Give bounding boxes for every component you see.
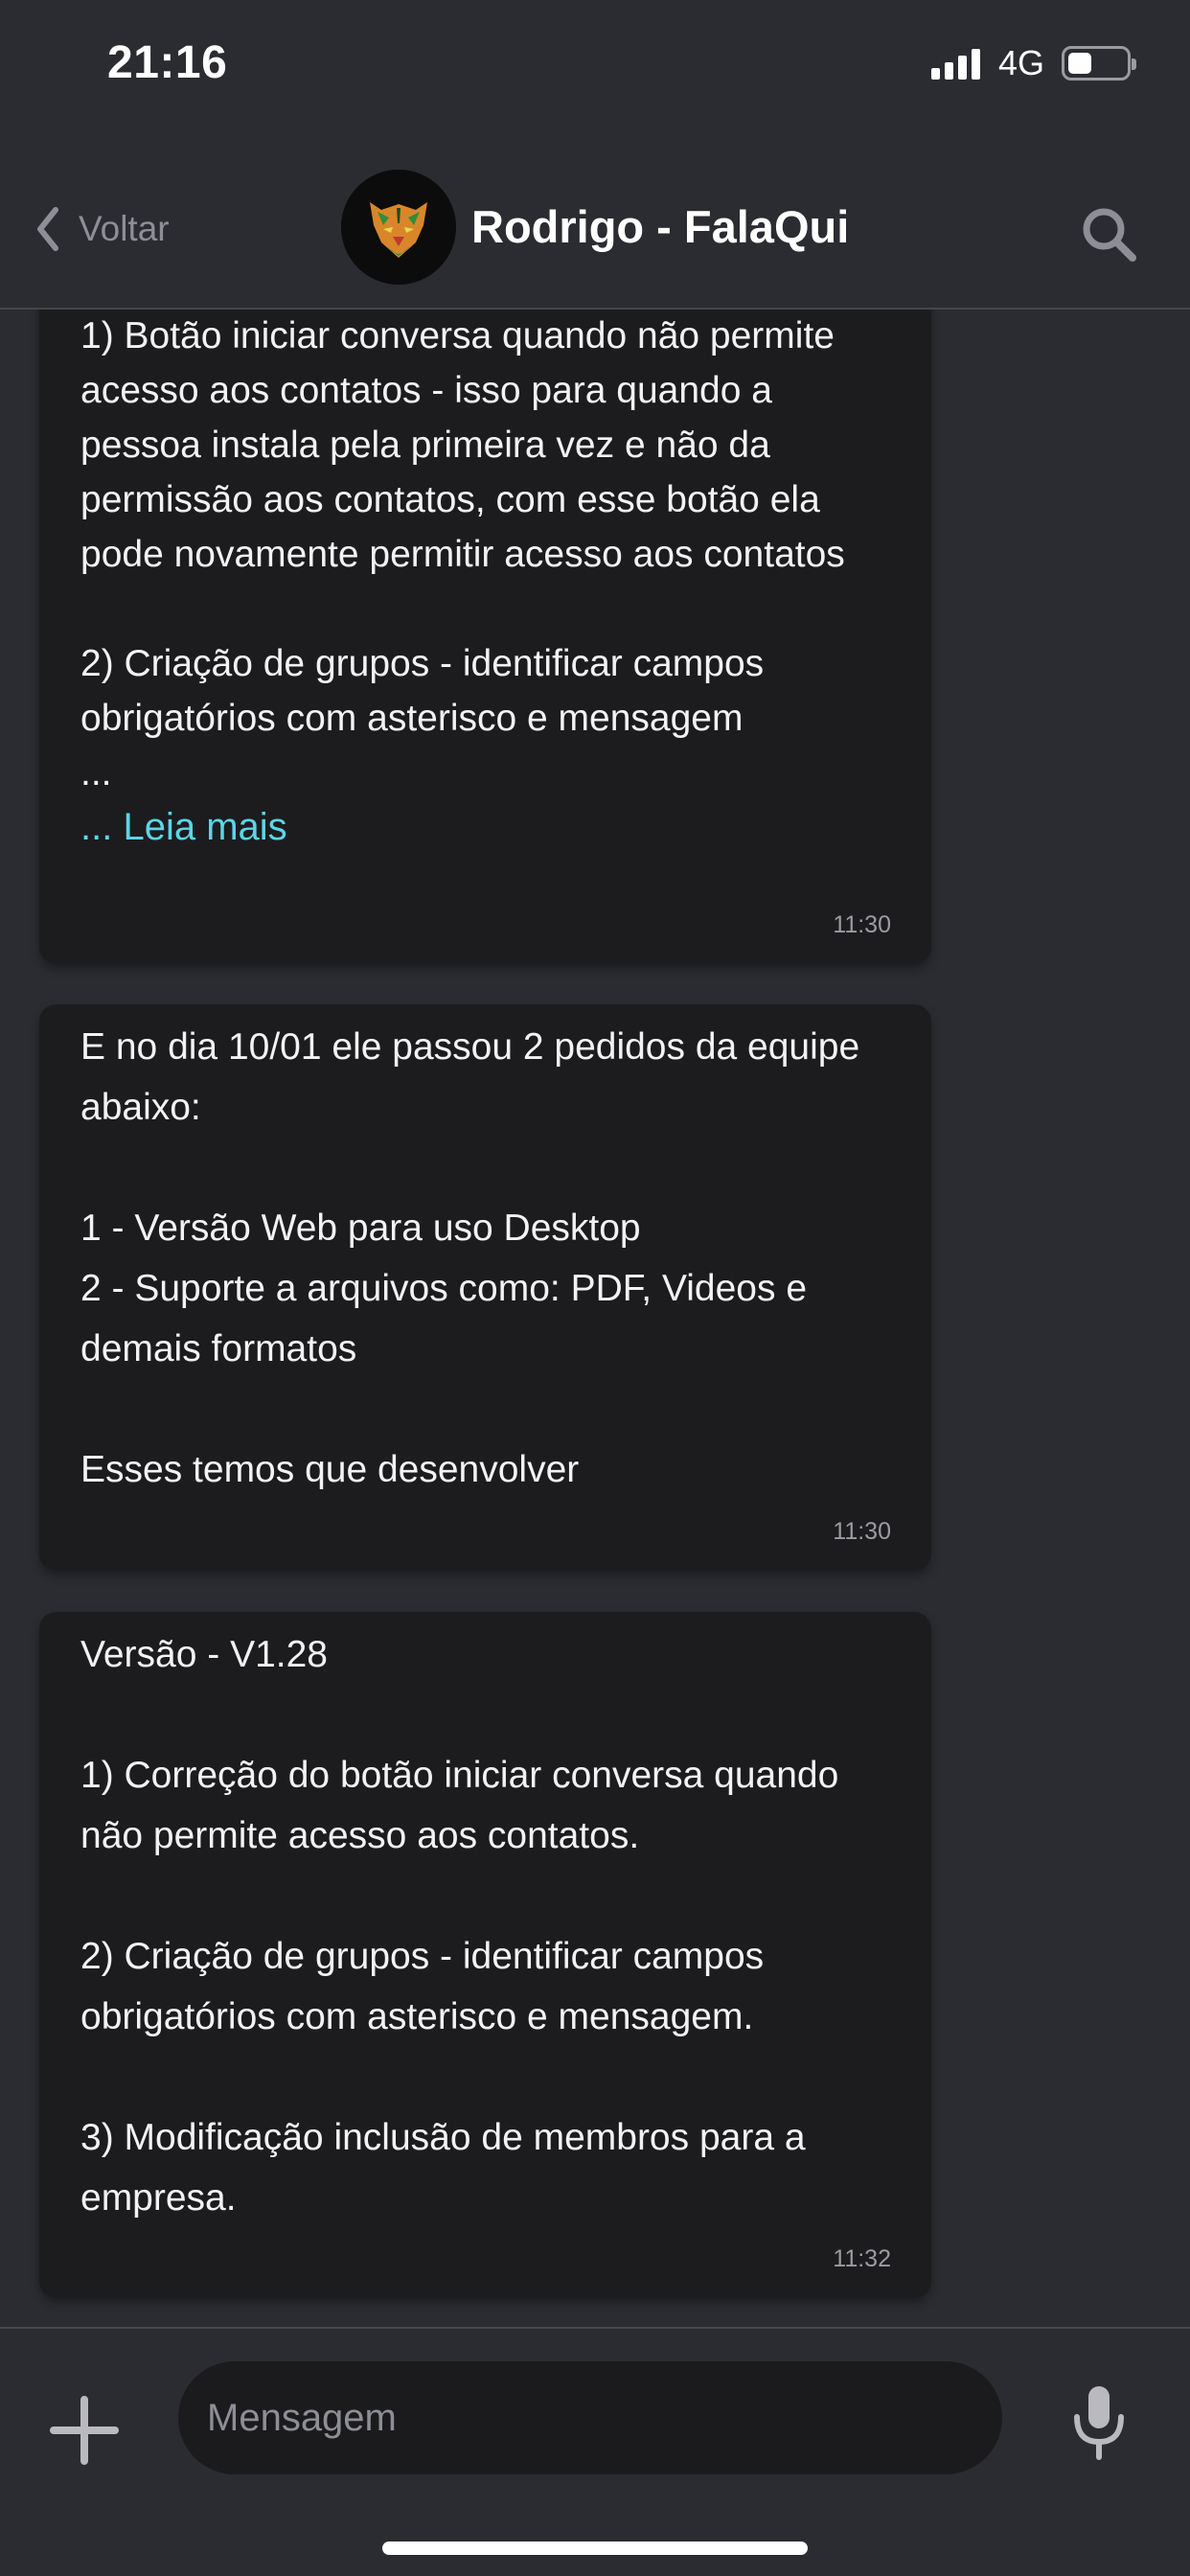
plus-icon: [50, 2396, 119, 2465]
chevron-left-icon: [37, 207, 58, 251]
message-time: 11:30: [833, 1518, 891, 1545]
message-text: Versão - V1.28 1) Correção do botão inic…: [80, 1634, 839, 2219]
search-button[interactable]: [1079, 204, 1140, 265]
home-indicator[interactable]: [382, 2542, 808, 2555]
back-label: Voltar: [79, 209, 170, 248]
chat-header: Voltar Rodrigo - FalaQui: [0, 129, 1190, 310]
composer-bar: [0, 2327, 1190, 2576]
search-icon: [1083, 208, 1136, 262]
contact-name[interactable]: Rodrigo - FalaQui: [471, 200, 849, 253]
message-time: 11:32: [833, 2245, 891, 2272]
status-indicators: 4G: [930, 43, 1136, 82]
message-list[interactable]: 1) Botão iniciar conversa quando não per…: [0, 310, 1190, 2327]
message-time: 11:30: [833, 911, 891, 938]
battery-tip: [1132, 58, 1136, 70]
message-bubble[interactable]: Versão - V1.28 1) Correção do botão inic…: [39, 1612, 931, 2298]
battery-fill: [1068, 53, 1091, 74]
avatar[interactable]: [341, 170, 456, 285]
network-label: 4G: [997, 43, 1044, 82]
tiger-logo-icon: [341, 170, 456, 285]
message-input[interactable]: [178, 2361, 1002, 2474]
status-time: 21:16: [107, 37, 228, 88]
add-attachment-button[interactable]: [46, 2392, 123, 2469]
microphone-icon: [1074, 2386, 1124, 2460]
message-bubble[interactable]: E no dia 10/01 ele passou 2 pedidos da e…: [39, 1004, 931, 1571]
status-bar: 21:16 4G: [0, 0, 1190, 129]
message-bubble[interactable]: 1) Botão iniciar conversa quando não per…: [39, 310, 931, 964]
message-text: 1) Botão iniciar conversa quando não per…: [80, 315, 845, 794]
message-text: E no dia 10/01 ele passou 2 pedidos da e…: [80, 1026, 860, 1490]
back-button[interactable]: Voltar: [34, 206, 170, 252]
signal-icon: [930, 47, 985, 80]
microphone-button[interactable]: [1065, 2382, 1133, 2463]
battery-icon: [1062, 46, 1136, 80]
read-more-link[interactable]: ... Leia mais: [80, 800, 287, 855]
